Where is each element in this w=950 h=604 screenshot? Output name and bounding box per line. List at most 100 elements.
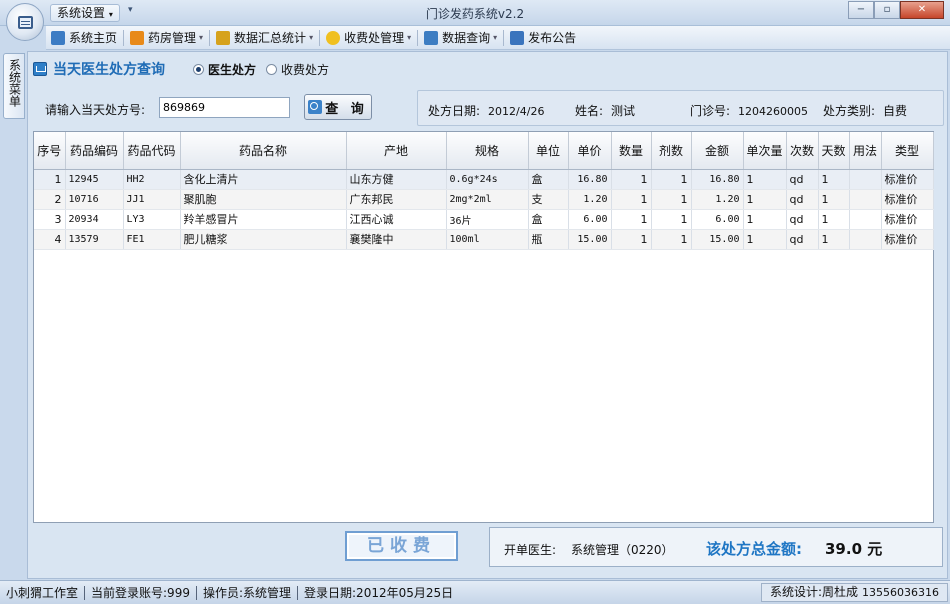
column-header[interactable]: 类型: [881, 132, 934, 170]
radio-fee-prescription[interactable]: [266, 64, 278, 75]
status-studio: 小刺猬工作室: [6, 586, 79, 600]
table-cell: 支: [528, 189, 569, 210]
radio-fee-label[interactable]: 收费处方: [281, 61, 329, 78]
column-header[interactable]: 药品名称: [180, 132, 347, 170]
column-header[interactable]: 天数: [818, 132, 850, 170]
table-cell: 3: [34, 209, 66, 230]
chevron-down-icon: ▾: [199, 33, 204, 42]
chevron-down-icon: ▾: [407, 33, 412, 42]
menu-pharmacy[interactable]: 药房管理 ▾: [125, 27, 208, 49]
table-cell: 2: [34, 189, 66, 210]
clinic-label: 门诊号:: [690, 104, 731, 118]
table-cell: [849, 169, 882, 190]
title-bar: 系统设置 ▾ ▾ 门诊发药系统v2.2 − ▫ ✕: [0, 0, 950, 26]
table-cell: 1: [611, 209, 652, 230]
status-operator: 操作员:系统管理: [202, 586, 292, 600]
table-row[interactable]: 4 13579 FE1 肥儿糖浆 襄樊隆中 100ml 瓶 15.00 1 1 15.00 1 qd 1 标…: [34, 229, 934, 250]
table-row[interactable]: 2 10716 JJ1 聚肌胞 广东邦民 2mg*2ml 支 1.20 1 1 1.20 1 qd 1 标准…: [34, 189, 934, 210]
table-cell: 1: [651, 209, 692, 230]
rss-icon: [130, 30, 145, 45]
table-cell: 1: [651, 189, 692, 210]
menu-separator: [319, 29, 321, 46]
column-header[interactable]: 序号: [34, 132, 66, 170]
paid-stamp: 已收费: [345, 531, 458, 561]
category-value: 自费: [883, 104, 908, 118]
column-header[interactable]: 剂数: [651, 132, 692, 170]
table-cell: qd: [786, 169, 819, 190]
prescription-info: 处方日期: 2012/4/26 姓名: 测试 门诊号: 1204260005 处方类别…: [417, 90, 944, 126]
menu-cashier-label: 收费处管理: [344, 31, 405, 45]
table-row[interactable]: 3 20934 LY3 羚羊感冒片 江西心诚 36片盒 6.00 1 1 6.00 1 qd 1 标准价: [34, 209, 934, 230]
column-header[interactable]: 单价: [568, 132, 612, 170]
column-header[interactable]: 规格: [446, 132, 529, 170]
table-cell: 瓶: [528, 229, 569, 250]
column-header[interactable]: 次数: [786, 132, 819, 170]
table-cell: 1: [34, 169, 66, 190]
query-button[interactable]: 查 询: [304, 94, 372, 120]
table-cell: 1: [611, 189, 652, 210]
menu-separator: [417, 29, 419, 46]
maximize-button[interactable]: ▫: [874, 1, 900, 19]
column-header[interactable]: 单位: [528, 132, 569, 170]
radio-doctor-label[interactable]: 医生处方: [208, 61, 256, 78]
table-cell: 羚羊感冒片: [180, 209, 347, 230]
patient-name: 姓名: 测试: [575, 102, 635, 119]
minimize-button[interactable]: −: [848, 1, 874, 19]
prescription-date: 处方日期: 2012/4/26: [428, 102, 544, 119]
prescription-type-radios: 医生处方 收费处方: [193, 61, 329, 78]
table-cell: 1: [651, 169, 692, 190]
prescription-category: 处方类别: 自费: [823, 102, 907, 119]
table-cell: 10716: [65, 189, 124, 210]
table-header-row: 序号 药品编码 药品代码 药品名称 产地 规格 单位 单价 数量 剂数 金额 单次量 次数 天数 用法 类型: [34, 132, 934, 170]
application-menu-button[interactable]: [6, 3, 44, 41]
menu-notice[interactable]: 发布公告: [505, 27, 581, 49]
table-cell: 1: [611, 229, 652, 250]
table-cell: 1: [743, 229, 787, 250]
column-header[interactable]: 金额: [691, 132, 744, 170]
menu-query[interactable]: 数据查询 ▾: [419, 27, 502, 49]
menu-query-label: 数据查询: [442, 31, 491, 45]
menu-pharmacy-label: 药房管理: [148, 31, 197, 45]
table-cell: qd: [786, 229, 819, 250]
search-icon: [308, 100, 323, 114]
total-amount-value: 39.0 元: [825, 540, 883, 558]
table-cell: 1: [743, 169, 787, 190]
table-cell: 100ml: [446, 229, 529, 250]
prescription-icon: [33, 62, 47, 76]
table-cell: 20934: [65, 209, 124, 230]
prescription-number-input[interactable]: [159, 97, 290, 118]
table-row[interactable]: 1 12945 HH2 含化上清片 山东方健 0.6g*24s 盒 16.80 1 1 16.80 1…: [34, 169, 934, 190]
menu-home[interactable]: 系统主页: [46, 27, 122, 49]
column-header[interactable]: 单次量: [743, 132, 787, 170]
main-panel: 当天医生处方查询 医生处方 收费处方 请输入当天处方号: 查 询 处方日期:20…: [27, 51, 948, 579]
table-cell: 36片: [446, 209, 529, 230]
table-cell: FE1: [123, 229, 181, 250]
table-cell: 1: [818, 169, 850, 190]
table-cell: 1: [818, 209, 850, 230]
table-cell: 1: [743, 209, 787, 230]
table-cell: HH2: [123, 169, 181, 190]
table-cell: [849, 209, 882, 230]
radio-doctor-prescription[interactable]: [193, 64, 204, 75]
table-cell: 标准价: [881, 209, 934, 230]
table-cell: 盒: [528, 209, 569, 230]
chevron-down-icon: ▾: [309, 33, 314, 42]
table-cell: 6.00: [568, 209, 612, 230]
menu-statistics[interactable]: 数据汇总统计 ▾: [211, 27, 318, 49]
table-cell: 15.00: [568, 229, 612, 250]
table-cell: [849, 229, 882, 250]
sidebar-tab-system-menu[interactable]: 系统菜单: [3, 53, 25, 119]
close-button[interactable]: ✕: [900, 1, 944, 19]
date-value: 2012/4/26: [488, 105, 545, 118]
table-cell: 1: [651, 229, 692, 250]
table-cell: 13579: [65, 229, 124, 250]
column-header[interactable]: 药品编码: [65, 132, 124, 170]
status-designer: 系统设计:周杜成 13556036316: [760, 583, 948, 602]
column-header[interactable]: 用法: [849, 132, 882, 170]
table-cell: 1: [818, 229, 850, 250]
column-header[interactable]: 数量: [611, 132, 652, 170]
column-header[interactable]: 产地: [346, 132, 447, 170]
column-header[interactable]: 药品代码: [123, 132, 181, 170]
prescription-number-label: 请输入当天处方号:: [45, 103, 146, 117]
menu-cashier[interactable]: 收费处管理 ▾: [321, 27, 416, 49]
